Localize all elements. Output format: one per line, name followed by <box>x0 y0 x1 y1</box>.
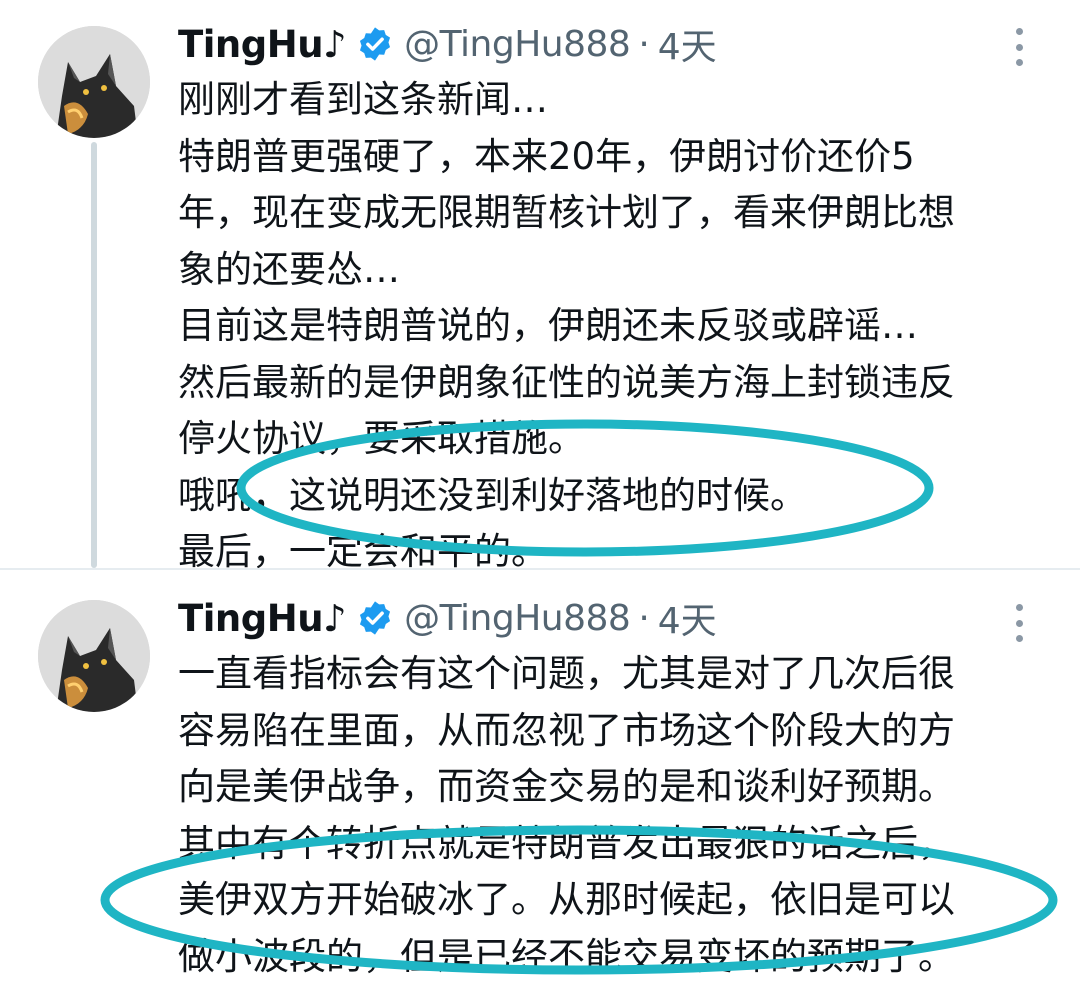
more-options-icon[interactable] <box>1004 22 1034 72</box>
tweet[interactable]: TingHu♪ @TingHu888 · 4天 刚刚才看到这条新闻… 特朗普更强… <box>0 0 1080 573</box>
timestamp[interactable]: 4天 <box>658 18 717 70</box>
tweet-header: TingHu♪ @TingHu888 · 4天 <box>178 592 717 644</box>
tweet[interactable]: TingHu♪ @TingHu888 · 4天 一直看指标会有这个问题，尤其是对… <box>0 568 1080 988</box>
tweet-line: 目前这是特朗普说的，伊朗还未反驳或辟谣… <box>178 304 918 347</box>
separator-dot: · <box>638 23 650 65</box>
user-handle[interactable]: @TingHu888 <box>404 24 631 65</box>
user-handle[interactable]: @TingHu888 <box>404 598 631 639</box>
verified-badge-icon <box>356 25 394 63</box>
tweet-line: 做小波段的，但是已经不能交易变坏的预期了。 <box>178 934 955 978</box>
tweet-line: 向是美伊战争，而资金交易的是和谈利好预期。 <box>178 765 955 808</box>
tweet-text: 一直看指标会有这个问题，尤其是对了几次后很 容易陷在里面，从而忽视了市场这个阶段… <box>178 646 1058 985</box>
tweet-header: TingHu♪ @TingHu888 · 4天 <box>178 18 717 70</box>
tweet-line: 特朗普更强硬了，本来20年，伊朗讨价还价5 <box>178 134 915 178</box>
cat-avatar-image <box>38 600 150 712</box>
timestamp[interactable]: 4天 <box>658 592 717 644</box>
tweet-line: 刚刚才看到这条新闻… <box>178 78 548 121</box>
tweet-line: 年，现在变成无限期暂核计划了，看来伊朗比想 <box>178 191 955 234</box>
tweet-text: 刚刚才看到这条新闻… 特朗普更强硬了，本来20年，伊朗讨价还价5 年，现在变成无… <box>178 72 1058 581</box>
tweet-line: 美伊双方开始破冰了。从那时候起，依旧是可以 <box>178 878 955 921</box>
display-name[interactable]: TingHu♪ <box>178 23 347 66</box>
thread-line <box>91 142 97 568</box>
avatar[interactable] <box>38 600 150 712</box>
verified-badge-icon <box>356 599 394 637</box>
display-name[interactable]: TingHu♪ <box>178 597 347 640</box>
tweet-line: 然后最新的是伊朗象征性的说美方海上封锁违反 <box>178 360 955 404</box>
tweet-line: 容易陷在里面，从而忽视了市场这个阶段大的方 <box>178 708 955 752</box>
separator-dot: · <box>638 597 650 639</box>
tweet-line: 一直看指标会有这个问题，尤其是对了几次后很 <box>178 652 955 695</box>
tweet-line: 哦吼，这说明还没到利好落地的时候。 <box>178 473 807 517</box>
tweet-line: 停火协议，要采取措施。 <box>178 417 585 460</box>
tweet-line: 象的还要怂… <box>178 247 400 291</box>
more-options-icon[interactable] <box>1004 598 1034 648</box>
avatar[interactable] <box>38 26 150 138</box>
tweet-line: 其中有个转折点就是特朗普发出最狠的话之后， <box>178 821 955 865</box>
cat-avatar-image <box>38 26 150 138</box>
